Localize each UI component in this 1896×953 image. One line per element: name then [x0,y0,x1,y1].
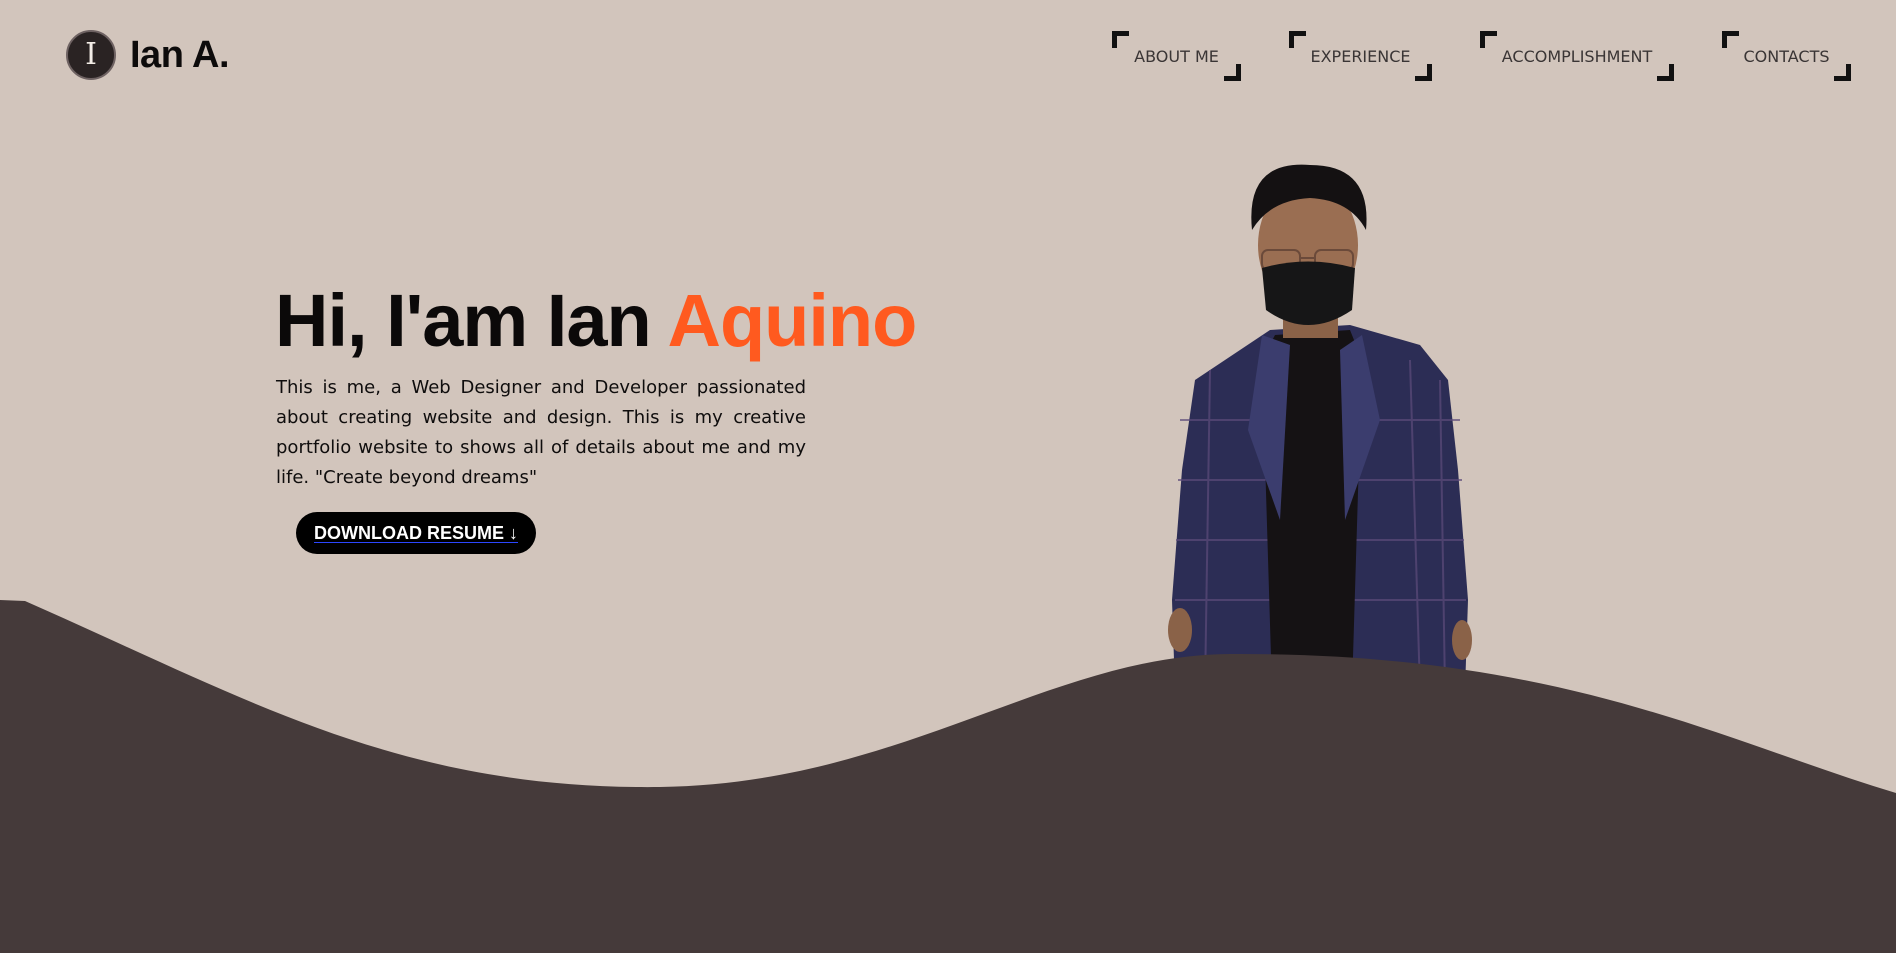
hero-title: Hi, I'am Ian Aquino [275,278,918,363]
download-resume-label: DOWNLOAD RESUME ↓ [314,522,518,543]
hero-title-accent: Aquino [667,279,918,362]
hero-title-prefix: Hi, I'am Ian [275,279,668,362]
hero-description: This is me, a Web Designer and Developer… [276,377,806,488]
download-resume-button[interactable]: DOWNLOAD RESUME ↓ [296,512,536,554]
